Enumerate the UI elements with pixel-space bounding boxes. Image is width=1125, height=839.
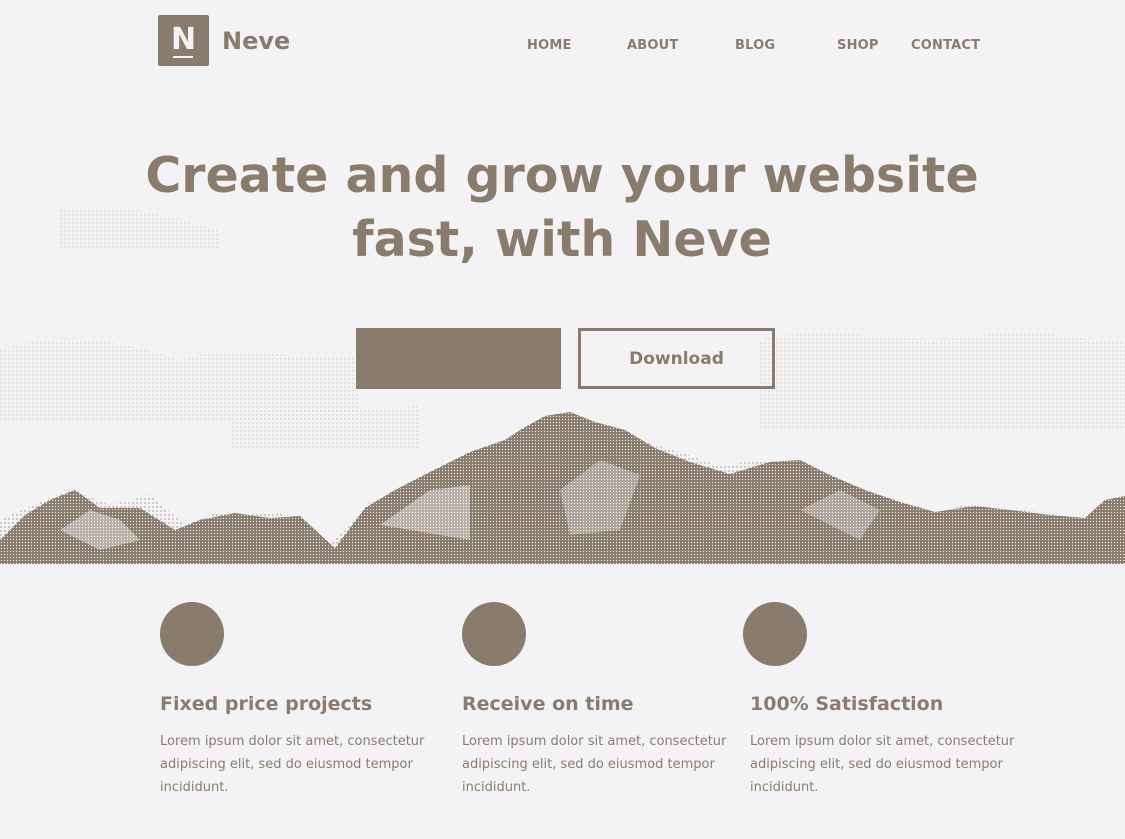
nav-shop-link[interactable]: SHOP	[837, 37, 879, 55]
hero-title-line2: fast, with Neve	[352, 211, 772, 268]
logo[interactable]: N	[158, 15, 209, 66]
nav-about-link[interactable]: ABOUT	[627, 37, 678, 55]
feature-circle-icon	[462, 602, 526, 666]
brand-name[interactable]: Neve	[222, 26, 290, 56]
feature-title: Receive on time	[462, 693, 634, 715]
feature-text: Lorem ipsum dolor sit amet, consectetur …	[750, 734, 1015, 795]
nav-contact-link[interactable]: CONTACT	[911, 37, 980, 55]
feature-text: Lorem ipsum dolor sit amet, consectetur …	[160, 734, 425, 795]
feature-title: 100% Satisfaction	[750, 693, 944, 715]
primary-cta-button[interactable]	[356, 328, 561, 389]
feature-circle-icon	[743, 602, 807, 666]
hero-title-line1: Create and grow your website	[145, 147, 979, 204]
feature-circle-icon	[160, 602, 224, 666]
feature-title: Fixed price projects	[160, 693, 373, 715]
feature-text: Lorem ipsum dolor sit amet, consectetur …	[462, 734, 727, 795]
nav-blog-link[interactable]: BLOG	[735, 37, 775, 55]
nav-home-link[interactable]: HOME	[527, 37, 572, 55]
download-button[interactable]: Download	[578, 328, 775, 389]
hero-title: Create and grow your website fast, with …	[112, 144, 1012, 272]
logo-letter: N	[170, 22, 197, 57]
logo-underline	[173, 56, 193, 58]
